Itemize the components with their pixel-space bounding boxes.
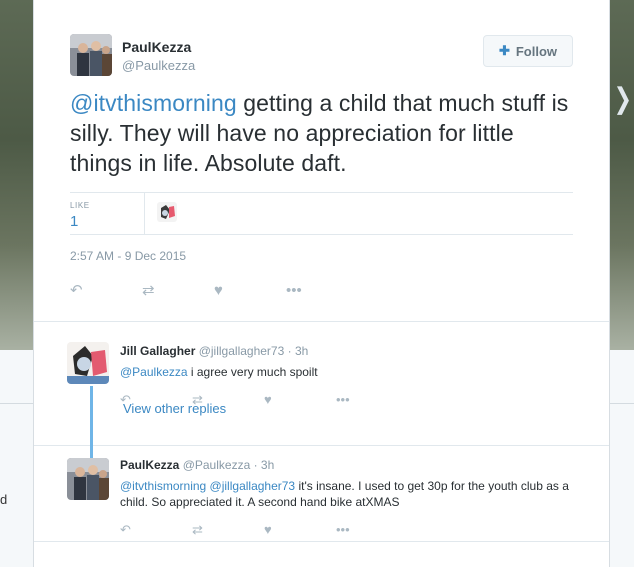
mention-link[interactable]: @Paulkezza [120,365,188,379]
follow-button[interactable]: ✚ Follow [483,35,573,67]
reply-meta: @jillgallagher73 · 3h [195,344,309,358]
more-icon[interactable]: ••• [336,522,408,538]
tweet-actions: ↶ ⇄ ♥ ••• [70,281,573,300]
tweet-timestamp[interactable]: 2:57 AM - 9 Dec 2015 [70,249,573,263]
more-icon[interactable]: ••• [286,282,358,299]
liker-avatar[interactable] [157,202,177,222]
heart-icon[interactable]: ♥ [264,392,336,408]
heart-icon[interactable]: ♥ [264,522,336,538]
author-handle[interactable]: @Paulkezza [122,58,195,73]
like-count[interactable]: 1 [70,213,144,230]
heart-icon[interactable]: ♥ [214,282,286,299]
tweet-stats: LIKE 1 [70,192,573,235]
reply-author-name[interactable]: PaulKezza [120,458,179,472]
follow-label: Follow [515,43,558,59]
reply-text: @Paulkezza i agree very much spoilt [120,365,318,379]
reply-tweet: Jill Gallagher @jillgallagher73 · 3h @Pa… [34,322,609,446]
more-icon[interactable]: ••• [336,392,408,408]
avatar[interactable] [70,34,112,76]
reply-actions: ↶ ⇄ ♥ ••• [120,522,590,538]
add-user-icon: ✚ [498,43,510,58]
tweet-permalink-modal: PaulKezza @Paulkezza ✚ Follow @itvthismo… [33,0,610,567]
avatar[interactable] [67,458,109,500]
mention-link[interactable]: @itvthismorning [70,90,237,116]
reply-author-name[interactable]: Jill Gallagher [120,344,195,358]
retweet-icon[interactable]: ⇄ [142,281,214,299]
view-other-replies-link[interactable]: View other replies [123,401,226,416]
reply-tweet: PaulKezza @Paulkezza · 3h @itvthismornin… [34,446,609,542]
reply-text: @itvthismorning @jillgallagher73 it's in… [120,479,569,509]
likers-list [145,193,177,234]
main-tweet: PaulKezza @Paulkezza ✚ Follow @itvthismo… [34,0,609,322]
thread-line [90,446,93,458]
tweet-text: @itvthismorning getting a child that muc… [70,88,573,178]
like-label: LIKE [70,201,90,210]
retweet-icon[interactable]: ⇄ [192,522,264,538]
like-stat[interactable]: LIKE 1 [70,193,145,234]
reply-icon[interactable]: ↶ [120,522,192,538]
reply-icon[interactable]: ↶ [70,281,142,299]
avatar[interactable] [67,342,109,384]
background-text: d [0,492,8,507]
author-name[interactable]: PaulKezza [122,39,195,55]
reply-meta: @Paulkezza · 3h [179,458,275,472]
thread-line [90,386,93,446]
mention-link[interactable]: @itvthismorning @jillgallagher73 [120,479,295,493]
next-arrow-icon[interactable]: ❯ [614,82,632,116]
